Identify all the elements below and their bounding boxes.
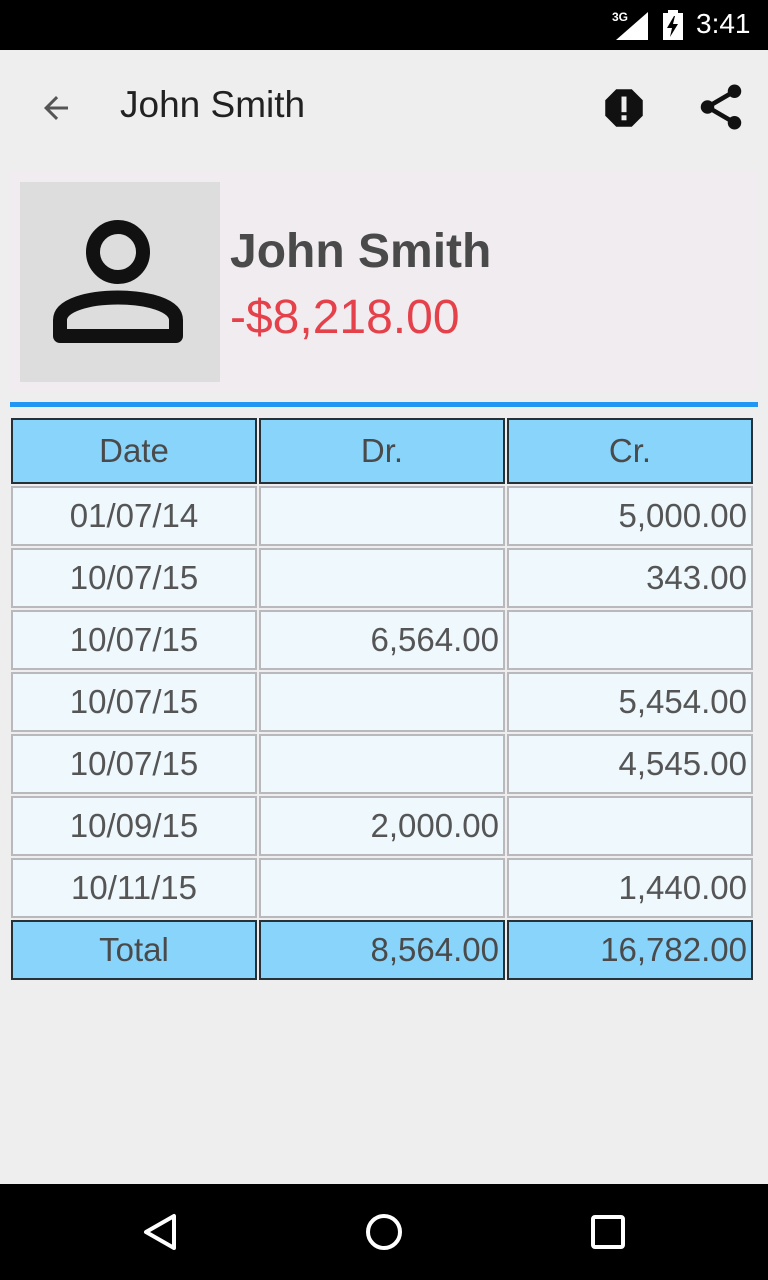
row-credit: 1,440.00 xyxy=(507,858,753,918)
header-date: Date xyxy=(11,418,257,484)
alert-octagon-icon xyxy=(605,89,643,127)
clock: 3:41 xyxy=(696,8,751,39)
nav-back-button[interactable] xyxy=(130,1202,190,1262)
row-debit: 2,000.00 xyxy=(259,796,505,856)
app-bar: John Smith xyxy=(0,50,768,164)
total-debit: 8,564.00 xyxy=(259,920,505,980)
row-date: 10/07/15 xyxy=(11,672,257,732)
table-row[interactable]: 10/07/15 343.00 xyxy=(10,548,758,610)
total-label: Total xyxy=(11,920,257,980)
nav-home-icon xyxy=(366,1214,402,1250)
table-row[interactable]: 10/07/15 4,545.00 xyxy=(10,734,758,796)
row-credit: 343.00 xyxy=(507,548,753,608)
row-debit: 6,564.00 xyxy=(259,610,505,670)
row-date: 10/09/15 xyxy=(11,796,257,856)
table-row[interactable]: 10/11/15 1,440.00 xyxy=(10,858,758,920)
share-button[interactable] xyxy=(690,76,752,138)
row-debit xyxy=(259,672,505,732)
table-total-row: Total 8,564.00 16,782.00 xyxy=(10,920,758,982)
header-debit: Dr. xyxy=(259,418,505,484)
signal-icon xyxy=(616,12,648,40)
nav-back-icon xyxy=(144,1214,176,1250)
row-credit xyxy=(507,610,753,670)
row-debit xyxy=(259,858,505,918)
row-date: 10/07/15 xyxy=(11,548,257,608)
header-credit: Cr. xyxy=(507,418,753,484)
contact-balance: -$8,218.00 xyxy=(230,291,460,344)
table-header-row: Date Dr. Cr. xyxy=(10,418,758,486)
ledger-table: Date Dr. Cr. 01/07/14 5,000.00 10/07/15 … xyxy=(10,418,758,982)
avatar[interactable] xyxy=(20,182,220,382)
row-date: 10/07/15 xyxy=(11,610,257,670)
row-date: 10/11/15 xyxy=(11,858,257,918)
row-debit xyxy=(259,548,505,608)
table-row[interactable]: 10/09/15 2,000.00 xyxy=(10,796,758,858)
person-icon xyxy=(53,220,183,343)
share-icon xyxy=(700,84,742,130)
battery-charging-icon xyxy=(663,10,683,40)
row-credit: 5,454.00 xyxy=(507,672,753,732)
nav-recents-icon xyxy=(591,1215,625,1249)
divider xyxy=(10,402,758,407)
row-credit xyxy=(507,796,753,856)
row-credit: 4,545.00 xyxy=(507,734,753,794)
nav-recents-button[interactable] xyxy=(578,1202,638,1262)
row-date: 10/07/15 xyxy=(11,734,257,794)
row-debit xyxy=(259,486,505,546)
total-credit: 16,782.00 xyxy=(507,920,753,980)
table-row[interactable]: 10/07/15 5,454.00 xyxy=(10,672,758,734)
table-row[interactable]: 10/07/15 6,564.00 xyxy=(10,610,758,672)
table-row[interactable]: 01/07/14 5,000.00 xyxy=(10,486,758,548)
row-date: 01/07/14 xyxy=(11,486,257,546)
row-debit xyxy=(259,734,505,794)
report-button[interactable] xyxy=(596,80,652,136)
nav-home-button[interactable] xyxy=(354,1202,414,1262)
row-credit: 5,000.00 xyxy=(507,486,753,546)
status-bar: 3G 3:41 xyxy=(0,0,768,50)
page-title: John Smith xyxy=(120,84,306,125)
contact-name: John Smith xyxy=(230,225,492,278)
arrow-back-icon xyxy=(44,96,68,120)
back-button[interactable] xyxy=(30,82,82,134)
profile-card: John Smith -$8,218.00 xyxy=(10,172,758,392)
system-nav-bar xyxy=(0,1184,768,1280)
